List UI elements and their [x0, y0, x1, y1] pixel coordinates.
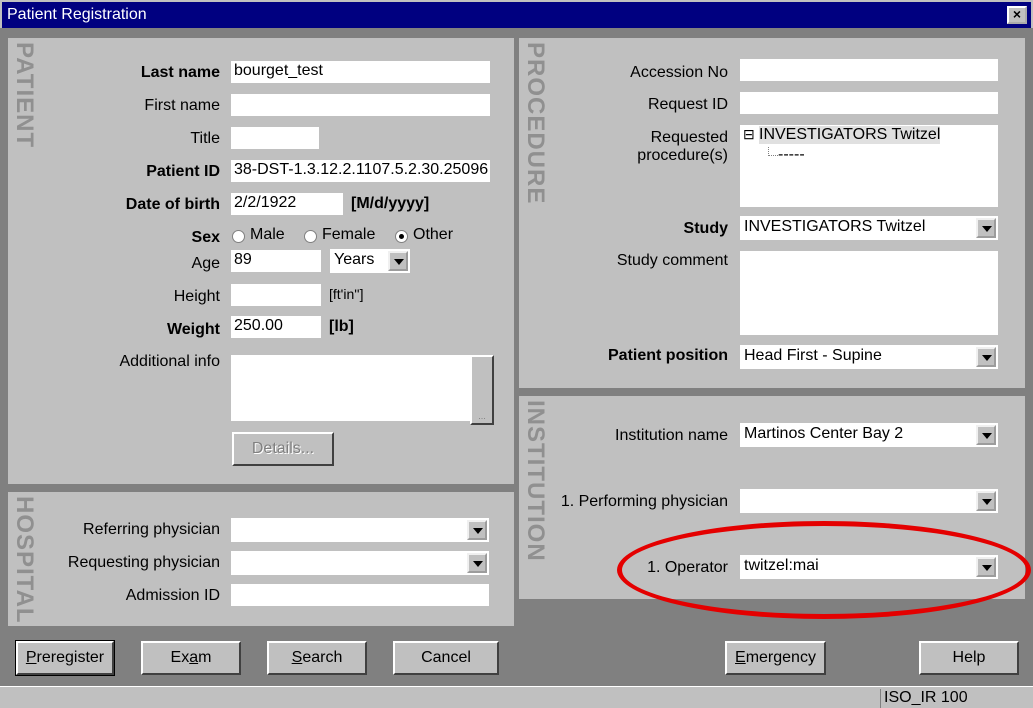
tree-collapse-icon[interactable]: ⊟	[743, 126, 755, 143]
request-id-label: Request ID	[647, 96, 728, 113]
procedure-panel: PROCEDURE Accession No Request ID Reques…	[519, 38, 1025, 388]
height-label: Height	[173, 288, 220, 305]
referring-physician-label: Referring physician	[83, 521, 220, 538]
sex-male-radio[interactable]	[232, 230, 245, 243]
additional-info-expand-button[interactable]: ...	[470, 355, 494, 425]
accession-no-input[interactable]	[740, 59, 998, 81]
performing-physician-select[interactable]	[740, 489, 998, 513]
details-button[interactable]: Details...	[232, 432, 334, 466]
weight-label: Weight	[166, 321, 220, 338]
annotation-circle	[617, 521, 1031, 619]
institution-name-select[interactable]: Martinos Center Bay 2	[740, 423, 998, 447]
preregister-button[interactable]: Preregister	[15, 640, 115, 676]
age-unit-value: Years	[334, 251, 375, 268]
patient-position-select[interactable]: Head First - Supine	[740, 345, 998, 369]
patient-section-label: PATIENT	[11, 42, 38, 149]
sex-other-radio[interactable]	[395, 230, 408, 243]
request-id-input[interactable]	[740, 92, 998, 114]
age-unit-select[interactable]: Years	[330, 249, 410, 273]
window-title: Patient Registration	[7, 6, 147, 23]
status-bar: ISO_IR 100	[0, 686, 1033, 708]
close-icon: ×	[1012, 6, 1022, 22]
tree-child-item[interactable]: -----	[778, 146, 805, 164]
height-input[interactable]	[231, 284, 321, 306]
chevron-down-icon[interactable]	[467, 520, 487, 540]
procedure-section-label: PROCEDURE	[522, 42, 549, 205]
exam-label-post: m	[198, 649, 212, 666]
last-name-input[interactable]: bourget_test	[231, 61, 490, 83]
emergency-accel: E	[735, 649, 746, 666]
dob-label: Date of birth	[125, 196, 220, 213]
patient-id-input[interactable]: 38-DST-1.3.12.2.1107.5.2.30.25096	[231, 160, 490, 182]
encoding-status: ISO_IR 100	[880, 689, 1033, 708]
ellipsis-label: ...	[478, 411, 486, 421]
preregister-accel: P	[25, 649, 37, 666]
chevron-down-icon[interactable]	[976, 347, 996, 367]
chevron-down-icon[interactable]	[976, 218, 996, 238]
sex-male-label: Male	[250, 226, 285, 243]
first-name-label: First name	[144, 97, 220, 114]
hospital-panel: HOSPITAL Referring physician Requesting …	[8, 492, 514, 626]
sex-female-radio[interactable]	[304, 230, 317, 243]
chevron-down-icon[interactable]	[976, 491, 996, 511]
sex-other-label: Other	[413, 226, 454, 243]
patient-panel: PATIENT Last name bourget_test First nam…	[8, 38, 514, 484]
weight-unit: [lb]	[329, 318, 354, 335]
first-name-input[interactable]	[231, 94, 490, 116]
patient-position-label: Patient position	[608, 347, 728, 364]
exam-button[interactable]: Exam	[141, 641, 241, 675]
weight-input[interactable]: 250.00	[231, 316, 321, 338]
patient-position-value: Head First - Supine	[744, 347, 882, 364]
help-button[interactable]: Help	[919, 641, 1019, 675]
additional-info-input[interactable]	[231, 355, 470, 421]
admission-id-label: Admission ID	[125, 587, 220, 604]
title-bar: Patient Registration ×	[0, 0, 1033, 28]
age-input[interactable]: 89	[231, 250, 321, 272]
last-name-label: Last name	[140, 64, 220, 81]
search-button[interactable]: Search	[267, 641, 367, 675]
close-button[interactable]: ×	[1007, 6, 1027, 24]
chevron-down-icon[interactable]	[467, 553, 487, 573]
search-label: earch	[302, 649, 343, 666]
tree-root-item[interactable]: INVESTIGATORS Twitzel	[759, 126, 941, 144]
additional-info-label: Additional info	[119, 353, 220, 370]
study-comment-label: Study comment	[616, 252, 728, 269]
exam-label-pre: Ex	[170, 649, 190, 666]
dob-input[interactable]: 2/2/1922	[231, 193, 343, 215]
sex-female-label: Female	[322, 226, 376, 243]
exam-accel: a	[189, 649, 199, 666]
study-select[interactable]: INVESTIGATORS Twitzel	[740, 216, 998, 240]
chevron-down-icon[interactable]	[976, 425, 996, 445]
chevron-down-icon[interactable]	[388, 251, 408, 271]
search-accel: S	[291, 649, 303, 666]
cancel-button[interactable]: Cancel	[393, 641, 499, 675]
preregister-label: reregister	[36, 649, 105, 666]
title-label: Title	[190, 130, 220, 147]
accession-no-label: Accession No	[630, 64, 728, 81]
institution-name-value: Martinos Center Bay 2	[744, 425, 904, 442]
study-value: INVESTIGATORS Twitzel	[744, 218, 926, 235]
tree-connector	[768, 147, 778, 156]
study-comment-input[interactable]	[740, 251, 998, 335]
requested-procedures-label-line1: Requested	[650, 129, 728, 146]
patient-id-label: Patient ID	[146, 163, 220, 180]
height-unit: [ft'in'']	[329, 286, 364, 302]
institution-name-label: Institution name	[615, 427, 728, 444]
sex-label: Sex	[191, 229, 220, 246]
study-label: Study	[683, 220, 728, 237]
requesting-physician-select[interactable]	[231, 551, 489, 575]
emergency-button[interactable]: Emergency	[725, 641, 826, 675]
requested-procedures-tree[interactable]: ⊟ INVESTIGATORS Twitzel -----	[740, 125, 998, 207]
referring-physician-select[interactable]	[231, 518, 489, 542]
admission-id-input[interactable]	[231, 584, 489, 606]
requesting-physician-label: Requesting physician	[67, 554, 220, 571]
hospital-section-label: HOSPITAL	[11, 496, 38, 624]
requested-procedures-label-line2: procedure(s)	[637, 147, 728, 164]
title-input[interactable]	[231, 127, 319, 149]
performing-physician-label: 1. Performing physician	[560, 493, 728, 510]
institution-section-label: INSTITUTION	[522, 400, 549, 562]
emergency-label: mergency	[745, 649, 816, 666]
age-label: Age	[191, 255, 220, 272]
dob-format-hint: [M/d/yyyy]	[351, 195, 430, 212]
